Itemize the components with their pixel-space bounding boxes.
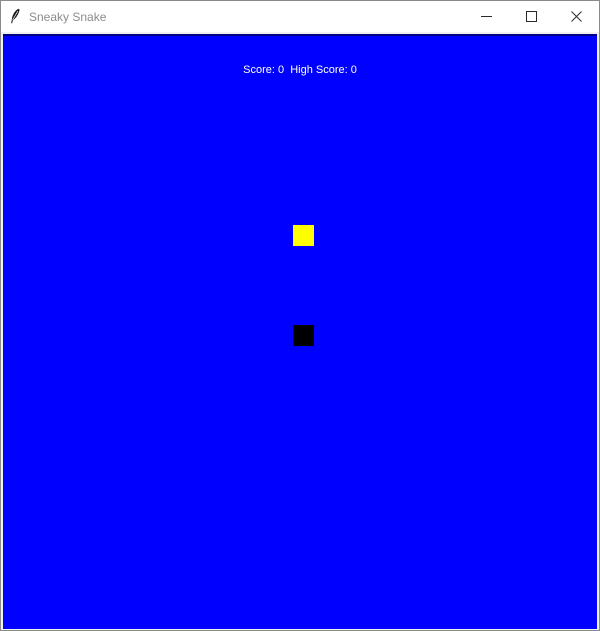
app-window: Sneaky Snake Score: 0 High Score: 0	[0, 0, 600, 631]
snake-head-square	[293, 325, 314, 346]
close-button[interactable]	[553, 1, 599, 32]
window-title: Sneaky Snake	[29, 10, 107, 24]
minimize-icon	[480, 11, 492, 22]
close-icon	[570, 11, 582, 22]
title-bar[interactable]: Sneaky Snake	[1, 1, 599, 32]
game-canvas[interactable]: Score: 0 High Score: 0	[3, 34, 597, 629]
score-text: Score: 0 High Score: 0	[243, 64, 357, 76]
minimize-button[interactable]	[463, 1, 509, 32]
feather-icon	[9, 8, 21, 24]
maximize-icon	[525, 11, 537, 22]
maximize-button[interactable]	[508, 1, 554, 32]
food-square	[293, 225, 314, 246]
